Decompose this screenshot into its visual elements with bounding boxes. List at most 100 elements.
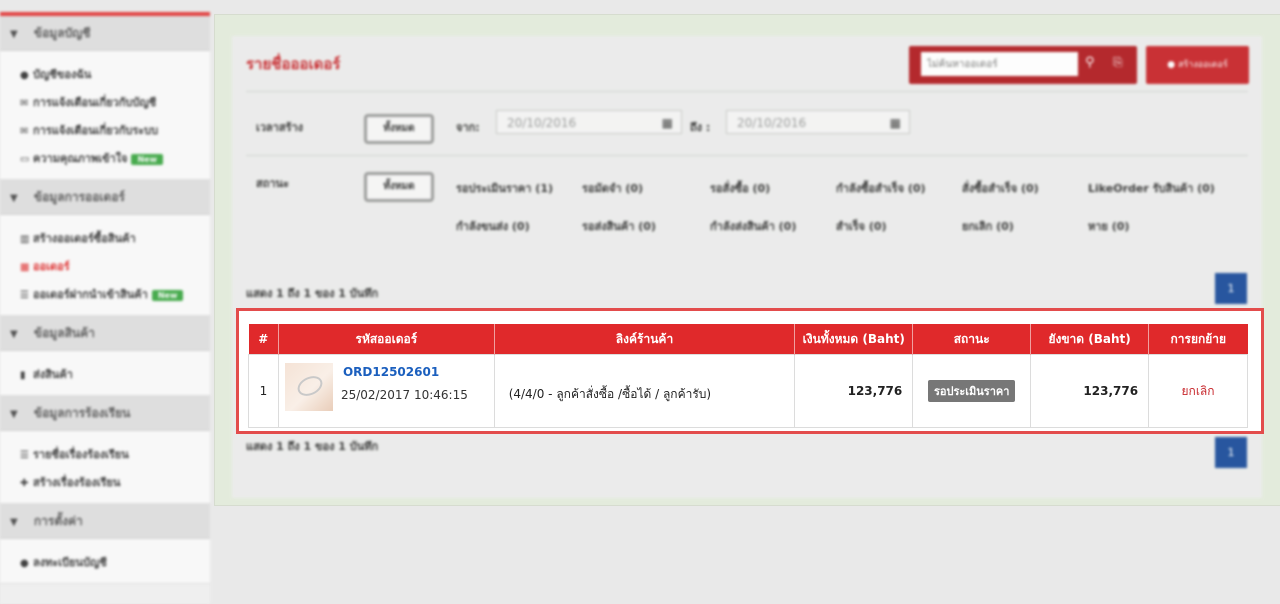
page-title: รายชื่อออเดอร์ — [246, 55, 341, 73]
sidebar-item-create-order[interactable]: ▥ สร้างออเดอร์ซื้อสินค้า — [20, 225, 210, 253]
caret-down-icon: ▼ — [10, 29, 18, 40]
status-filter-cancelled[interactable]: ยกเลิก (0) — [962, 217, 1014, 235]
list-icon: ☰ — [20, 290, 29, 301]
sidebar-section-products[interactable]: ▼ ข้อมูลสินค้า — [0, 316, 210, 351]
calendar-icon[interactable]: ▦ — [662, 111, 673, 135]
table-row: 1 ORD12502601 25/02/2017 10:46:15 (4/4/0… — [248, 354, 1248, 428]
sidebar-item-label: รายชื่อเรื่องร้องเรียน — [33, 448, 129, 461]
section-title: ข้อมูลการร้องเรียน — [33, 406, 131, 420]
list-icon: ☰ — [20, 450, 29, 461]
shop-link-cell: (4/4/0 - ลูกค้าสั่งซื้อ /ซื้อได้ / ลูกค้… — [493, 354, 796, 428]
row-index: 1 — [248, 354, 279, 428]
column-header-status: สถานะ — [912, 324, 1032, 355]
pagination-page-bottom[interactable]: 1 — [1215, 437, 1247, 468]
section-body: ▮ ส่งสินค้า — [0, 351, 210, 396]
order-id-link[interactable]: ORD12502601 — [343, 365, 439, 379]
column-header-index: # — [248, 324, 279, 355]
sidebar-item-create-complaint[interactable]: ✚ สร้างเรื่องร้องเรียน — [20, 469, 210, 497]
status-filter-likeorder-received[interactable]: LikeOrder รับสินค้า (0) — [1088, 179, 1215, 197]
sidebar-section-settings[interactable]: ▼ การตั้งค่า — [0, 504, 210, 539]
create-order-label: สร้างออเดอร์ — [1177, 60, 1228, 70]
ring-image — [294, 372, 326, 400]
cancel-order-link[interactable]: ยกเลิก — [1182, 384, 1215, 398]
search-icon[interactable]: ⚲ — [1085, 55, 1095, 70]
status-filter-awaiting-delivery[interactable]: รอส่งสินค้า (0) — [582, 217, 656, 235]
status-filter-awaiting-order[interactable]: รอสั่งซื้อ (0) — [710, 179, 770, 197]
sidebar-item-orders[interactable]: ▦ ออเดอร์ — [20, 253, 210, 281]
section-title: ข้อมูลสินค้า — [33, 326, 95, 340]
status-badge: รอประเมินราคา — [927, 380, 1016, 402]
status-filter-lost[interactable]: หาย (0) — [1088, 217, 1129, 235]
new-badge: New — [131, 153, 163, 165]
grid-icon: ▦ — [20, 262, 30, 273]
status-filter-ordered[interactable]: สั่งซื้อสำเร็จ (0) — [962, 179, 1039, 197]
sidebar-item-label: ออเดอร์ — [33, 260, 70, 273]
caret-down-icon: ▼ — [10, 409, 18, 420]
record-summary-top: แสดง 1 ถึง 1 ของ 1 บันทึก — [246, 287, 379, 300]
record-summary-bottom: แสดง 1 ถึง 1 ของ 1 บันทึก — [246, 440, 379, 453]
section-body: ● ลงทะเบียนบัญชี — [0, 539, 210, 584]
sidebar-item-complaint-list[interactable]: ☰ รายชื่อเรื่องร้องเรียน — [20, 441, 210, 469]
status-filter-delivering[interactable]: กำลังส่งสินค้า (0) — [710, 217, 796, 235]
sidebar-section-account[interactable]: ▼ ข้อมูลบัญชี — [0, 16, 210, 51]
product-thumbnail[interactable] — [284, 363, 333, 411]
user-icon: ● — [20, 558, 29, 569]
sidebar-item-label: ส่งสินค้า — [33, 368, 73, 381]
status-filter-completed[interactable]: สำเร็จ (0) — [836, 217, 887, 235]
user-icon: ● — [20, 70, 29, 81]
section-title: ข้อมูลการออเดอร์ — [33, 190, 125, 204]
sidebar-item-system-notifications[interactable]: ✉ การแจ้งเตือนเกี่ยวกับระบบ — [20, 117, 210, 145]
search-input[interactable] — [921, 52, 1078, 76]
column-header-shop-link: ลิงค์ร้านค้า — [494, 324, 796, 355]
sidebar-section-complaints[interactable]: ▼ ข้อมูลการร้องเรียน — [0, 396, 210, 431]
caret-down-icon: ▼ — [10, 329, 18, 340]
sidebar-item-label: ลงทะเบียนบัญชี — [33, 556, 107, 569]
section-title: การตั้งค่า — [33, 514, 83, 528]
new-badge: New — [151, 289, 184, 301]
column-header-action: การยกย้าย — [1148, 324, 1248, 355]
to-label: ถึง : — [690, 121, 711, 134]
time-all-button[interactable]: ทั้งหมด — [364, 114, 434, 144]
sidebar-item-label: สร้างออเดอร์ซื้อสินค้า — [33, 232, 136, 245]
status-filter-ordering[interactable]: กำลังซื้อสำเร็จ (0) — [836, 179, 926, 197]
status-filter-awaiting-price[interactable]: รอประเมินราคา (1) — [456, 179, 553, 197]
date-from-input[interactable]: 20/10/2016 ▦ — [496, 110, 682, 134]
pagination-page-top[interactable]: 1 — [1215, 273, 1247, 304]
caret-down-icon: ▼ — [10, 517, 18, 528]
status-label: สถานะ — [256, 177, 289, 190]
column-header-remaining: ยังขาด (Baht) — [1030, 324, 1150, 355]
status-all-button[interactable]: ทั้งหมด — [364, 172, 434, 202]
sidebar-section-orders[interactable]: ▼ ข้อมูลการออเดอร์ — [0, 180, 210, 215]
action-cell: ยกเลิก — [1148, 354, 1248, 428]
sidebar-item-label: ความคุณภาพเข้าใจ — [33, 152, 128, 165]
sidebar-item-ship-products[interactable]: ▮ ส่งสินค้า — [20, 361, 210, 389]
date-from-value: 20/10/2016 — [507, 116, 577, 130]
section-body: ● บัญชีของฉัน ✉ การแจ้งเตือนเกี่ยวกับบัญชี… — [0, 51, 210, 180]
sidebar-item-label: บัญชีของฉัน — [33, 68, 92, 81]
status-cell: รอประเมินราคา — [912, 354, 1032, 428]
calendar-icon[interactable]: ▦ — [890, 111, 901, 135]
sidebar-item-quality[interactable]: ▭ ความคุณภาพเข้าใจ New — [20, 145, 210, 173]
sidebar-item-label: ออเดอร์ฝากนำเข้าสินค้า — [33, 288, 148, 301]
create-order-button[interactable]: ● สร้างออเดอร์ — [1146, 46, 1249, 84]
card-icon: ▭ — [20, 154, 30, 165]
chart-icon: ▥ — [20, 234, 30, 245]
sidebar-item-label: สร้างเรื่องร้องเรียน — [33, 476, 121, 489]
sidebar-item-account-notifications[interactable]: ✉ การแจ้งเตือนเกี่ยวกับบัญชี — [20, 89, 210, 117]
order-cell: ORD12502601 25/02/2017 10:46:15 — [277, 354, 495, 428]
order-date: 25/02/2017 10:46:15 — [340, 388, 468, 402]
status-filter-awaiting-deposit[interactable]: รอมัดจำ (0) — [582, 179, 643, 197]
export-icon[interactable]: ⎘ — [1113, 55, 1123, 70]
section-body: ▥ สร้างออเดอร์ซื้อสินค้า ▦ ออเดอร์ ☰ ออเดอร… — [0, 215, 210, 316]
mail-icon: ✉ — [20, 126, 29, 137]
sidebar-item-import-orders[interactable]: ☰ ออเดอร์ฝากนำเข้าสินค้า New — [20, 281, 210, 309]
section-body: ☰ รายชื่อเรื่องร้องเรียน ✚ สร้างเรื่องร้อง… — [0, 431, 210, 504]
sidebar-item-register[interactable]: ● ลงทะเบียนบัญชี — [20, 549, 210, 577]
sidebar-item-label: การแจ้งเตือนเกี่ยวกับบัญชี — [33, 96, 157, 109]
section-title: ข้อมูลบัญชี — [33, 26, 91, 40]
sidebar-item-my-account[interactable]: ● บัญชีของฉัน — [20, 61, 210, 89]
divider — [246, 91, 1248, 92]
sidebar-item-label: การแจ้งเตือนเกี่ยวกับระบบ — [33, 124, 159, 137]
date-to-input[interactable]: 20/10/2016 ▦ — [726, 110, 910, 134]
status-filter-shipping[interactable]: กำลังขนส่ง (0) — [456, 217, 530, 235]
